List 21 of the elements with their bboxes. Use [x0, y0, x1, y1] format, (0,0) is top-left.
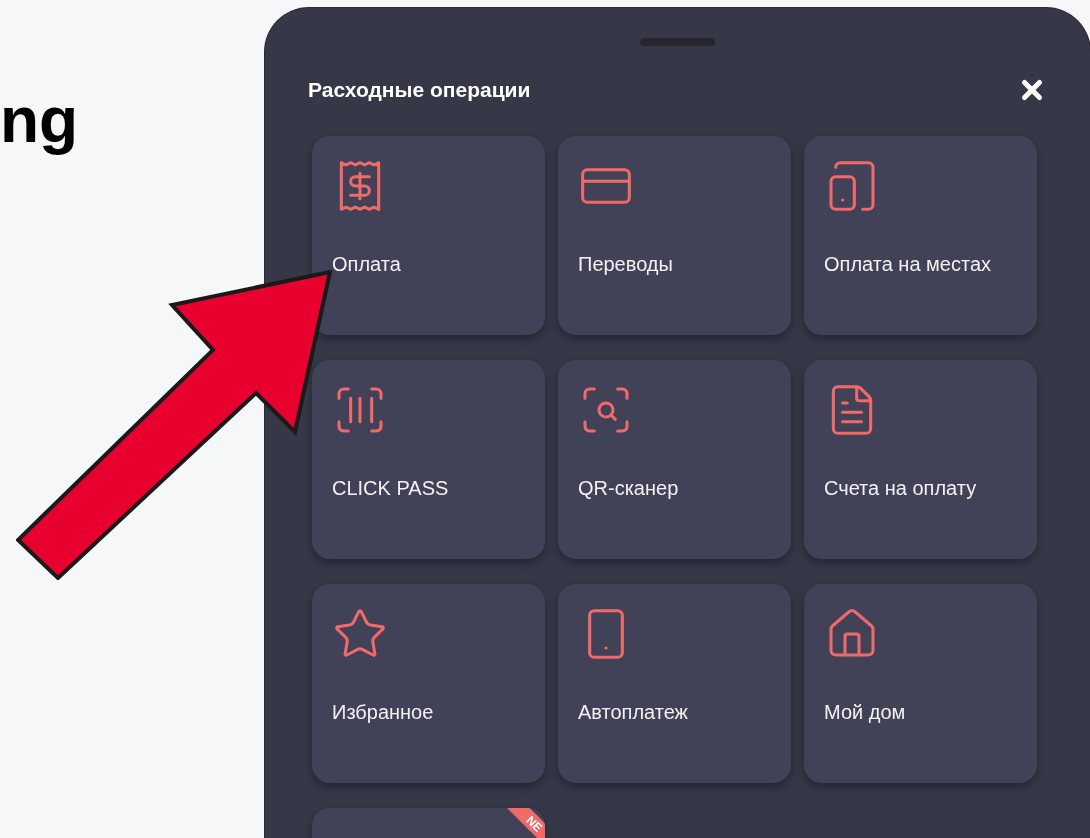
- tile-label: Автоплатеж: [578, 699, 688, 725]
- menu-tile[interactable]: Оплата: [312, 135, 545, 335]
- menu-tile[interactable]: Переводы: [558, 135, 791, 335]
- menu-tile[interactable]: Мой дом: [804, 583, 1037, 783]
- new-ribbon: NE: [506, 807, 545, 838]
- menu-tile[interactable]: CLICK PASS: [312, 359, 545, 559]
- menu-tile[interactable]: Счета на оплату: [804, 359, 1037, 559]
- menu-tile[interactable]: QR-сканер: [558, 359, 791, 559]
- tile-label: QR-сканер: [578, 475, 679, 501]
- menu-tile[interactable]: Избранное: [312, 583, 545, 783]
- drag-handle[interactable]: [640, 38, 715, 46]
- tile-label: Оплата на местах: [824, 251, 991, 277]
- tile-label: Мой дом: [824, 699, 906, 725]
- tile-label: Оплата: [332, 251, 401, 277]
- tile-label: Переводы: [578, 251, 673, 277]
- tile-label: CLICK PASS: [332, 475, 449, 501]
- menu-tile[interactable]: Автоплатеж: [558, 583, 791, 783]
- tile-label: Избранное: [332, 699, 434, 725]
- tile-label: Счета на оплату: [824, 475, 977, 501]
- menu-tile[interactable]: Оплата на местах: [804, 135, 1037, 335]
- sheet-title: Расходные операции: [308, 77, 531, 103]
